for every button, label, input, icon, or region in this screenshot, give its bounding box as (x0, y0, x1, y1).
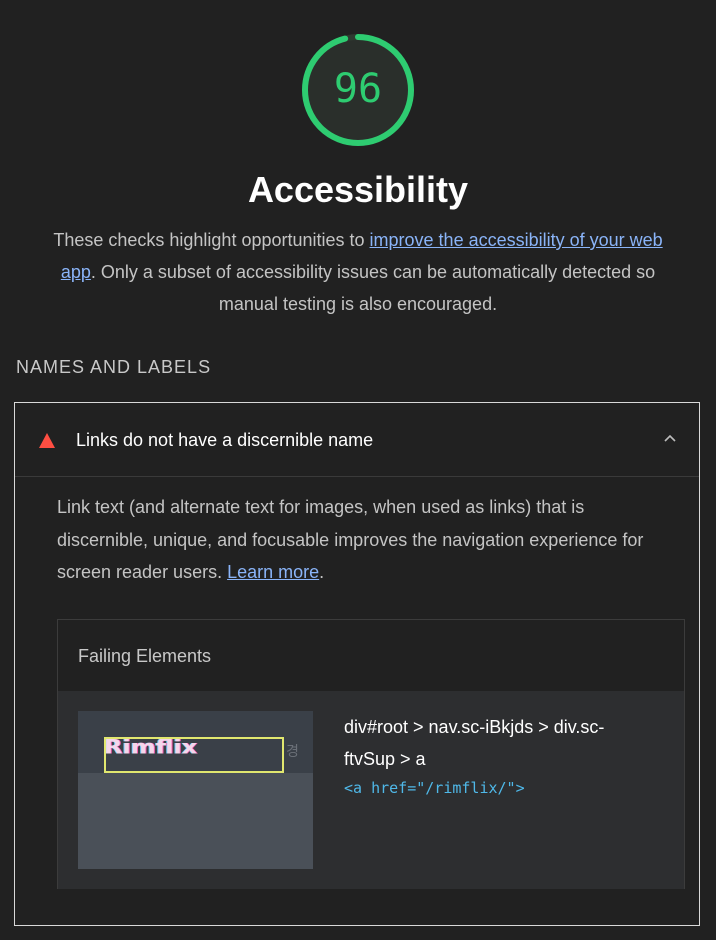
group-title: NAMES AND LABELS (16, 357, 212, 377)
element-snippet: <a href="/rimflix/"> (344, 779, 525, 797)
category-title: Accessibility (247, 169, 469, 210)
audit-description-end: . (319, 562, 325, 582)
warning-triangle-icon (39, 433, 55, 448)
element-highlight-box (104, 737, 284, 773)
description-text: These checks highlight opportunities to (53, 230, 370, 250)
audit-description: Link text (and alternate text for images… (57, 491, 677, 589)
element-screenshot-thumbnail: Rimflix 경 (78, 711, 313, 869)
element-selector: div#root > nav.sc-iBkjds > div.sc-ftvSup… (344, 717, 605, 769)
audit-title: Links do not have a discernible name (76, 430, 374, 450)
audit-description-text: Link text (and alternate text for images… (57, 497, 644, 582)
failing-elements-table: Failing Elements Rimflix 경 div#root > na… (57, 619, 685, 889)
category-description: These checks highlight opportunities to … (40, 224, 676, 320)
thumbnail-side-glyph: 경 (286, 743, 299, 759)
score-value: 96 (333, 66, 383, 112)
failing-elements-header: Failing Elements (78, 646, 212, 666)
failing-element-row: Rimflix 경 div#root > nav.sc-iBkjds > div… (58, 691, 684, 889)
audit-header[interactable]: Links do not have a discernible name (15, 403, 699, 477)
chevron-up-icon[interactable] (663, 431, 677, 445)
description-text-end: . Only a subset of accessibility issues … (90, 262, 656, 314)
score-gauge: 96 (298, 30, 418, 150)
learn-more-link[interactable]: Learn more (227, 562, 319, 582)
audit-panel: Links do not have a discernible name Lin… (14, 402, 700, 926)
